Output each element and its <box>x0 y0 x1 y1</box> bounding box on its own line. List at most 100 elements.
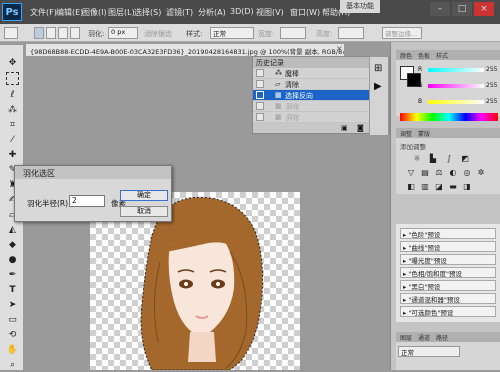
feather-radius-input[interactable]: 2 <box>69 195 105 207</box>
color-balance-icon[interactable]: ⚖ <box>434 168 444 178</box>
tab-layers[interactable]: 图层 <box>400 333 412 342</box>
exposure-icon[interactable]: ◩ <box>460 154 470 164</box>
green-slider[interactable] <box>428 84 484 88</box>
style-select[interactable]: 正常 <box>210 27 254 39</box>
tab-masks[interactable]: 蒙版 <box>418 129 430 138</box>
minimize-icon[interactable]: – <box>430 2 450 16</box>
preset-channel-mixer[interactable]: ▸ "通道混和器"预设 <box>400 293 496 304</box>
maximize-icon[interactable]: □ <box>452 2 472 16</box>
actions-panel-icon[interactable]: ▶ <box>374 81 382 92</box>
menu-layer[interactable]: 图层(L) <box>108 7 135 18</box>
menu-window[interactable]: 窗口(W) <box>290 7 320 18</box>
dodge-tool-icon[interactable]: ● <box>6 254 19 267</box>
type-tool-icon[interactable]: T <box>6 284 19 297</box>
tab-adjustments[interactable]: 调整 <box>400 129 412 138</box>
menu-file[interactable]: 文件(F) <box>30 7 57 18</box>
pen-tool-icon[interactable]: ✒ <box>6 269 19 282</box>
preset-hue-saturation[interactable]: ▸ "色相/饱和度"预设 <box>400 267 496 278</box>
refine-edge-button[interactable]: 调整边缘... <box>382 27 422 39</box>
curves-icon[interactable]: ∫ <box>444 154 454 164</box>
hand-tool-icon[interactable]: ✋ <box>6 344 19 357</box>
shape-tool-icon[interactable]: ▭ <box>6 314 19 327</box>
invert-icon[interactable]: ◧ <box>406 182 416 192</box>
lasso-tool-icon[interactable]: ℓ <box>6 89 19 102</box>
menu-view[interactable]: 视图(V) <box>256 7 284 18</box>
blue-slider[interactable] <box>428 100 484 104</box>
workspace-button[interactable]: 基本功能 <box>340 0 380 13</box>
close-tab-icon[interactable]: × <box>336 44 346 56</box>
tab-styles[interactable]: 样式 <box>436 51 448 60</box>
magic-wand-icon[interactable]: ⁂ <box>6 104 19 117</box>
vibrance-icon[interactable]: ▽ <box>406 168 416 178</box>
selection-icon: ▦ <box>275 102 282 110</box>
preset-black-white[interactable]: ▸ "黑白"预设 <box>400 280 496 291</box>
marquee-tool-icon[interactable] <box>4 27 18 39</box>
green-value[interactable]: 255 <box>486 82 497 89</box>
healing-brush-icon[interactable]: ✚ <box>6 149 19 162</box>
threshold-icon[interactable]: ◪ <box>434 182 444 192</box>
color-spectrum[interactable] <box>400 113 498 121</box>
channel-mixer-icon[interactable]: ✲ <box>476 168 486 178</box>
tab-channels[interactable]: 通道 <box>418 333 430 342</box>
blue-value[interactable]: 255 <box>486 98 497 105</box>
document-tab[interactable]: {98D68B88-ECDD-4E9A-B00E-03CA32E3FD36}_2… <box>26 44 344 56</box>
subtract-selection-icon[interactable] <box>58 27 68 39</box>
preset-exposure[interactable]: ▸ "曝光度"预设 <box>400 254 496 265</box>
intersect-selection-icon[interactable] <box>70 27 80 39</box>
app-logo: Ps <box>2 3 22 21</box>
antialias-checkbox[interactable]: 消除锯齿 <box>144 29 172 39</box>
paint-bucket-icon[interactable]: ◭ <box>6 224 19 237</box>
preset-curves[interactable]: ▸ "曲线"预设 <box>400 241 496 252</box>
eyedropper-icon[interactable]: ⁄ <box>6 134 19 147</box>
gradient-map-icon[interactable]: ▬ <box>448 182 458 192</box>
history-checkbox[interactable] <box>256 69 264 77</box>
red-slider[interactable] <box>428 68 484 72</box>
marquee-tool-icon[interactable] <box>6 72 19 85</box>
levels-icon[interactable]: ▙ <box>428 154 438 164</box>
tab-paths[interactable]: 路径 <box>436 333 448 342</box>
posterize-icon[interactable]: ▥ <box>420 182 430 192</box>
3d-rotate-icon[interactable]: ⟲ <box>6 329 19 342</box>
cancel-button[interactable]: 取消 <box>120 206 168 217</box>
width-label: 宽度: <box>258 30 275 38</box>
preset-selective-color[interactable]: ▸ "可选颜色"预设 <box>400 306 496 317</box>
tab-swatches[interactable]: 色板 <box>418 51 430 60</box>
photo-filter-icon[interactable]: ◎ <box>462 168 472 178</box>
move-tool-icon[interactable]: ✥ <box>6 57 19 70</box>
red-value[interactable]: 255 <box>486 66 497 73</box>
ok-button[interactable]: 确定 <box>120 190 168 201</box>
hue-saturation-icon[interactable]: ▤ <box>420 168 430 178</box>
selective-color-icon[interactable]: ◨ <box>462 182 472 192</box>
new-selection-icon[interactable] <box>34 27 44 39</box>
history-checkbox[interactable] <box>256 113 264 121</box>
menu-3d[interactable]: 3D(D) <box>230 7 254 16</box>
history-checkbox[interactable] <box>256 102 264 110</box>
menu-select[interactable]: 选择(S) <box>134 7 161 18</box>
width-input[interactable] <box>280 27 306 39</box>
history-checkbox[interactable] <box>256 91 264 99</box>
preset-label: "曲线"预设 <box>408 244 441 252</box>
menu-analysis[interactable]: 分析(A) <box>198 7 226 18</box>
brightness-icon[interactable]: ☼ <box>412 154 422 164</box>
close-icon[interactable]: × <box>474 2 494 16</box>
menu-image[interactable]: 图像(I) <box>82 7 107 18</box>
history-checkbox[interactable] <box>256 80 264 88</box>
feather-input[interactable]: 0 px <box>108 27 138 39</box>
history-panel-icon[interactable]: ⊞ <box>374 63 382 74</box>
adjustments-panel: 添加调整 ☼ ▙ ∫ ◩ ▽ ▤ ⚖ ◐ ◎ ✲ ◧ ▥ ◪ ▬ ◨ <box>396 138 500 194</box>
blur-tool-icon[interactable]: ◆ <box>6 239 19 252</box>
new-document-icon[interactable]: ▣ <box>341 124 348 132</box>
tab-color[interactable]: 颜色 <box>400 51 412 60</box>
blend-mode-select[interactable]: 正常 <box>398 346 460 357</box>
black-white-icon[interactable]: ◐ <box>448 168 458 178</box>
feather-label: 羽化: <box>88 30 105 38</box>
zoom-tool-icon[interactable]: ⌕ <box>6 359 19 372</box>
add-selection-icon[interactable] <box>46 27 56 39</box>
menu-filter[interactable]: 滤镜(T) <box>166 7 193 18</box>
path-selection-icon[interactable]: ➤ <box>6 299 19 312</box>
crop-tool-icon[interactable]: ⌗ <box>6 119 19 132</box>
menu-edit[interactable]: 编辑(E) <box>56 7 83 18</box>
height-input[interactable] <box>338 27 364 39</box>
preset-levels[interactable]: ▸ "色阶"预设 <box>400 228 496 239</box>
snapshot-icon[interactable]: ◙ <box>357 124 364 132</box>
